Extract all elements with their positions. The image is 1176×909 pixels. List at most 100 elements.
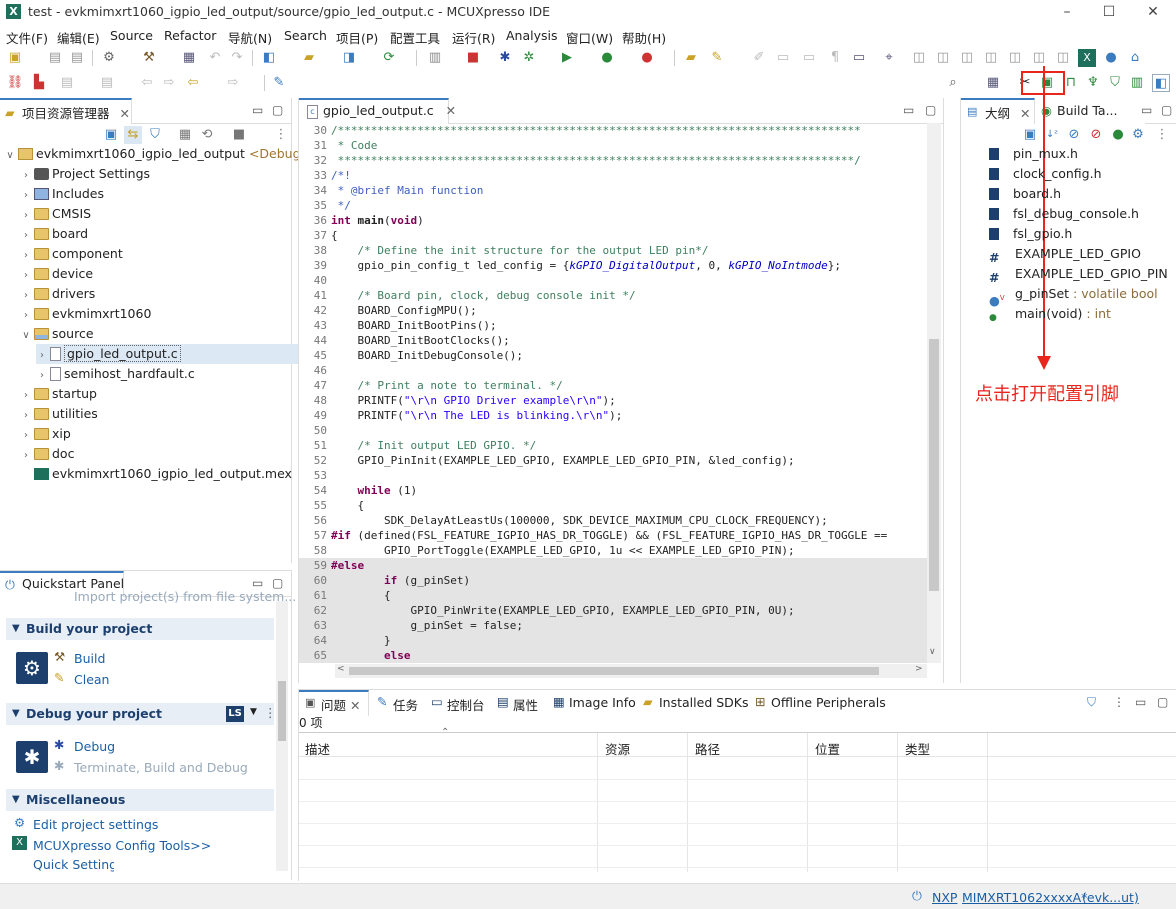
tree-item[interactable]: › device xyxy=(20,264,290,284)
outline-item[interactable]: ● main(void) : int xyxy=(989,304,1111,324)
peripherals-tool-icon[interactable]: ♆ xyxy=(1084,74,1102,92)
search-icon[interactable]: ⌕ xyxy=(944,74,962,92)
vertical-scrollbar[interactable]: ∨ xyxy=(927,123,941,663)
layout-icon-6[interactable]: ◫ xyxy=(1030,49,1048,67)
tree-item[interactable]: › Project Settings xyxy=(20,164,290,184)
next-edit-icon[interactable]: ⇨ xyxy=(224,74,242,92)
maximize-icon[interactable]: ▢ xyxy=(1157,695,1168,709)
run-external-icon[interactable]: ● xyxy=(598,49,616,67)
tree-item[interactable]: › startup xyxy=(20,384,290,404)
nxp-link[interactable]: NXP xyxy=(932,890,957,905)
scroll-left-icon[interactable]: < xyxy=(337,664,345,674)
col-location[interactable]: 位置 xyxy=(815,739,840,758)
prev-edit-icon[interactable]: ⇦ xyxy=(184,74,202,92)
tab-editor-file[interactable]: c gpio_led_output.c ✕ xyxy=(299,98,456,124)
open-perspective-icon[interactable]: ▦ xyxy=(984,74,1002,92)
link-editor-icon[interactable]: ⇆ xyxy=(124,126,142,144)
tree-item[interactable]: › board xyxy=(20,224,290,244)
minimize-icon[interactable]: ▭ xyxy=(1141,103,1152,117)
nav-icon-1[interactable]: ▤ xyxy=(58,74,76,92)
tree-item[interactable]: › evkmimxrt1060 xyxy=(20,304,290,324)
stack-icon[interactable]: ▥ xyxy=(426,49,444,67)
code-area[interactable]: 30 /*************************************… xyxy=(299,123,927,663)
tab-properties[interactable]: ▤ 属性 xyxy=(491,690,547,716)
filter-icon[interactable]: ⛉ xyxy=(146,126,164,144)
quick-settings-link[interactable]: Quick Settings>> xyxy=(33,859,114,872)
h-scroll-thumb[interactable] xyxy=(349,667,879,675)
tree-item[interactable]: › drivers xyxy=(20,284,290,304)
minimize-icon[interactable]: ▭ xyxy=(252,103,263,117)
expand-icon[interactable]: › xyxy=(20,266,32,286)
maximize-icon[interactable]: ▢ xyxy=(1161,103,1172,117)
maximize-icon[interactable]: ▢ xyxy=(272,103,283,117)
save-icon[interactable]: ▤ xyxy=(46,49,64,67)
device-link[interactable]: MIMXRT1062xxxxA* xyxy=(962,890,1087,905)
toggle-icon[interactable]: ▭ xyxy=(774,49,792,67)
menu-project[interactable]: 项目(P) xyxy=(336,28,378,47)
project-link[interactable]: (evk...ut) xyxy=(1082,890,1139,905)
menu-source[interactable]: Source xyxy=(110,28,153,43)
close-icon[interactable]: ✕ xyxy=(120,106,130,121)
expand-icon[interactable]: › xyxy=(20,446,32,466)
maximize-icon[interactable]: ▢ xyxy=(272,576,283,590)
import-project-link[interactable]: Import project(s) from file system... xyxy=(74,589,296,604)
new-source-icon[interactable]: ◨ xyxy=(340,49,358,67)
more-icon[interactable]: ⋮ xyxy=(1153,126,1171,144)
link-icon[interactable]: ⛓ xyxy=(6,74,24,92)
edit-project-settings-link[interactable]: Edit project settings xyxy=(33,817,158,832)
ls-badge-icon[interactable]: LS xyxy=(226,706,244,722)
grid-icon[interactable]: ▦ xyxy=(176,126,194,144)
mcux-config-icon[interactable]: X xyxy=(1078,49,1096,67)
debug-bug-icon[interactable]: ✱ xyxy=(496,49,514,67)
collapse-all-icon[interactable]: ▣ xyxy=(102,126,120,144)
tree-item[interactable]: › component xyxy=(20,244,290,264)
more-icon[interactable]: ⋮ xyxy=(264,705,277,720)
home-icon[interactable]: ⌂ xyxy=(1126,49,1144,67)
undo-icon[interactable]: ↶ xyxy=(206,49,224,67)
tree-item[interactable]: › xip xyxy=(20,424,290,444)
scroll-thumb[interactable] xyxy=(929,339,939,591)
menu-file[interactable]: 文件(F) xyxy=(6,28,48,47)
expand-icon[interactable]: › xyxy=(20,186,32,206)
tree-item[interactable]: › Includes xyxy=(20,184,290,204)
tree-item[interactable]: › CMSIS xyxy=(20,204,290,224)
tab-outline[interactable]: ▤ 大纲 ✕ xyxy=(961,98,1035,124)
filter-icon[interactable]: ⛉ xyxy=(1087,695,1096,710)
layout-icon-3[interactable]: ◫ xyxy=(958,49,976,67)
new-folder-icon[interactable]: ▰ xyxy=(300,49,318,67)
outline-item[interactable]: ●V g_pinSet : volatile bool xyxy=(989,284,1158,308)
tree-item[interactable]: › utilities xyxy=(20,404,290,424)
tab-tasks[interactable]: ✎ 任务 xyxy=(371,690,425,716)
outline-item[interactable]: clock_config.h xyxy=(989,164,1102,184)
tree-item[interactable]: › gpio_led_output.c xyxy=(36,344,306,364)
menu-help[interactable]: 帮助(H) xyxy=(622,28,666,47)
outline-item[interactable]: # EXAMPLE_LED_GPIO xyxy=(989,244,1141,265)
refresh-icon[interactable]: ⟳ xyxy=(380,49,398,67)
menu-run[interactable]: 运行(R) xyxy=(452,28,495,47)
tree-root[interactable]: ∨ evkmimxrt1060_igpio_led_output <Debug> xyxy=(4,144,311,164)
clean-link[interactable]: Clean xyxy=(74,672,109,687)
hide-nonpublic-icon[interactable]: ● xyxy=(1109,126,1127,144)
layout-icon-5[interactable]: ◫ xyxy=(1006,49,1024,67)
redo-icon[interactable]: ↷ xyxy=(228,49,246,67)
maximize-icon[interactable]: ▢ xyxy=(925,103,936,117)
tree-item[interactable]: evkmimxrt1060_igpio_led_output.mex xyxy=(20,464,292,484)
boot-icon[interactable]: ▙ xyxy=(30,74,48,92)
new-c-project-icon[interactable]: ◧ xyxy=(260,49,278,67)
forward-icon[interactable]: ⇨ xyxy=(160,74,178,92)
tab-offline-peripherals[interactable]: ⊞ Offline Peripherals xyxy=(749,690,889,716)
menu-refactor[interactable]: Refactor xyxy=(164,28,216,43)
tree-item[interactable]: › semihost_hardfault.c xyxy=(36,364,306,384)
expand-icon[interactable]: › xyxy=(20,306,32,326)
link-icon[interactable]: ⚙ xyxy=(1129,126,1147,144)
tab-image-info[interactable]: ▦ Image Info xyxy=(547,690,637,716)
tab-console[interactable]: ▭ 控制台 xyxy=(425,690,491,716)
section-misc[interactable]: ▼ Miscellaneous xyxy=(6,789,274,811)
layout-icon-7[interactable]: ◫ xyxy=(1054,49,1072,67)
hide-static-icon[interactable]: ⊘ xyxy=(1087,126,1105,144)
more-icon[interactable]: ⋮ xyxy=(272,126,290,144)
open-type-icon[interactable]: ▰ xyxy=(682,49,700,67)
col-path[interactable]: 路径 xyxy=(695,739,720,758)
expand-icon[interactable]: › xyxy=(20,206,32,226)
expand-icon[interactable]: › xyxy=(20,386,32,406)
